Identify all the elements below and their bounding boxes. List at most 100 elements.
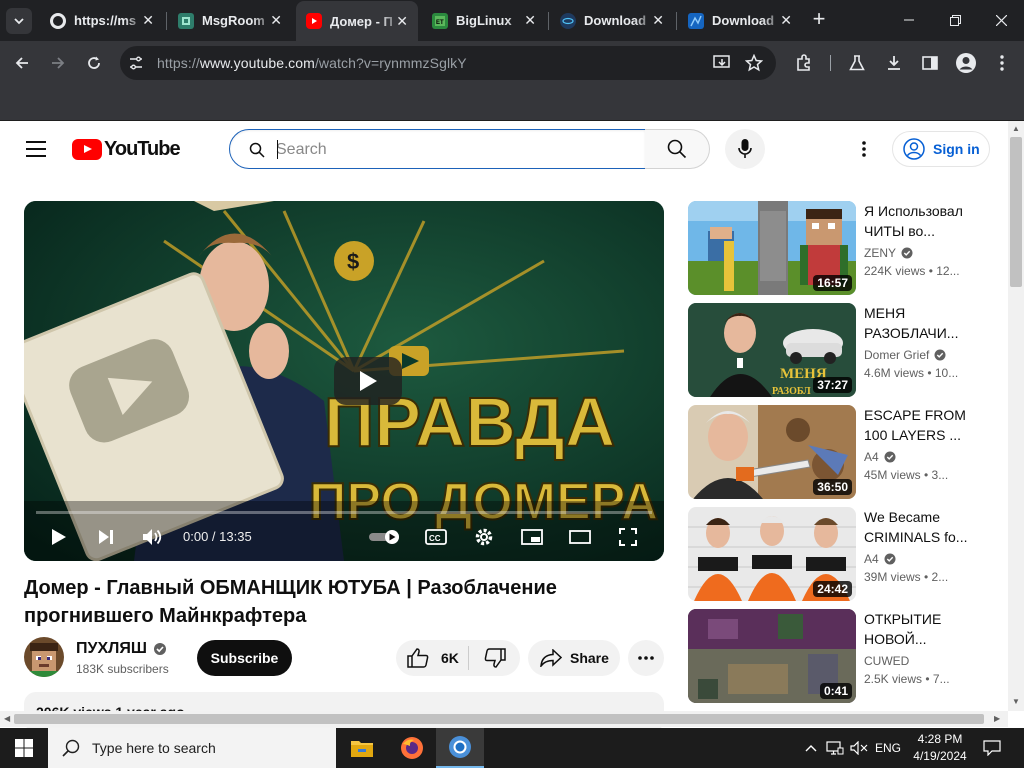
share-button[interactable]: Share	[528, 640, 620, 676]
time-display: 0:00 / 13:35	[183, 529, 252, 544]
youtube-logo[interactable]: YouTube	[72, 138, 181, 161]
fullscreen-button[interactable]	[613, 523, 643, 551]
side-panel-button[interactable]	[916, 49, 944, 77]
channel-name[interactable]: CUWED	[864, 654, 909, 668]
address-bar[interactable]: https://www.youtube.com/watch?v=rynmmzSg…	[120, 46, 776, 80]
theater-mode-button[interactable]	[565, 523, 595, 551]
video-title: Домер - Главный ОБМАНЩИК ЮТУБА | Разобла…	[24, 577, 557, 627]
close-icon[interactable]: ✕	[270, 12, 282, 29]
next-button[interactable]	[91, 523, 121, 551]
notifications-button[interactable]	[980, 728, 1004, 768]
recommended-video-5[interactable]: 0:41 ОТКРЫТИЕ НОВОЙ... CUWED 2.5K views …	[688, 609, 988, 703]
scroll-down-arrow-icon[interactable]: ▼	[1012, 697, 1020, 706]
miniplayer-button[interactable]	[517, 523, 547, 551]
close-icon[interactable]: ✕	[652, 12, 664, 29]
firefox-button[interactable]	[388, 728, 436, 768]
video-thumbnail[interactable]: 24:42	[688, 507, 856, 601]
close-window-button[interactable]	[978, 6, 1024, 34]
sign-in-button[interactable]: Sign in	[892, 131, 990, 167]
video-title[interactable]: МЕНЯ РАЗОБЛАЧИ...	[864, 303, 974, 343]
browser-tab-1[interactable]: https://ms ✕	[40, 4, 164, 37]
extensions-button[interactable]	[790, 49, 818, 77]
video-title[interactable]: Я Использовал ЧИТЫ во...	[864, 201, 974, 241]
show-hidden-icons-button[interactable]	[800, 728, 822, 768]
recommended-video-1[interactable]: 16:57 Я Использовал ЧИТЫ во... ZENY 224K…	[688, 201, 988, 295]
file-explorer-button[interactable]	[338, 728, 386, 768]
browser-tab-4[interactable]: ET BigLinux ✕	[422, 4, 546, 37]
channel-name[interactable]: ПУХЛЯШ	[76, 640, 167, 658]
close-icon[interactable]: ✕	[142, 12, 154, 29]
browser-menu-button[interactable]	[988, 49, 1016, 77]
horizontal-scroll-thumb[interactable]	[14, 714, 984, 724]
video-title[interactable]: We Became CRIMINALS fo...	[864, 507, 974, 547]
like-button[interactable]: 6K	[396, 640, 468, 676]
video-thumbnail[interactable]: 36:50	[688, 405, 856, 499]
browser-tab-5[interactable]: Download ✕	[550, 4, 674, 37]
dislike-button[interactable]	[469, 640, 520, 676]
close-icon[interactable]: ✕	[524, 12, 536, 29]
labs-button[interactable]	[843, 49, 871, 77]
settings-menu-button[interactable]	[852, 137, 876, 161]
recommended-video-2[interactable]: МЕНЯ РАЗОБЛ 37:27 МЕНЯ РАЗОБЛАЧИ... Dome…	[688, 303, 988, 397]
vertical-scroll-thumb[interactable]	[1010, 137, 1022, 287]
channel-name[interactable]: A4	[864, 450, 896, 464]
channel-name[interactable]: ZENY	[864, 246, 913, 260]
subscribe-button[interactable]: Subscribe	[197, 640, 292, 676]
vertical-scrollbar[interactable]: ▲ ▼	[1008, 121, 1024, 711]
settings-button[interactable]	[469, 523, 499, 551]
channel-name[interactable]: Domer Grief	[864, 348, 946, 362]
site-settings-icon[interactable]	[128, 55, 144, 71]
guide-menu-icon[interactable]	[26, 141, 46, 157]
taskbar-search-box[interactable]: Type here to search	[48, 728, 336, 768]
video-thumbnail[interactable]: МЕНЯ РАЗОБЛ 37:27	[688, 303, 856, 397]
scroll-right-arrow-icon[interactable]: ▶	[994, 714, 1000, 723]
browser-tab-3-active[interactable]: Домер - П ✕	[296, 1, 418, 41]
video-thumbnail[interactable]: 16:57	[688, 201, 856, 295]
tab-search-button[interactable]	[6, 8, 32, 34]
reload-button[interactable]	[80, 49, 108, 77]
progress-bar[interactable]	[36, 511, 652, 514]
large-play-button[interactable]	[334, 357, 402, 405]
tab-separator	[676, 12, 677, 30]
scroll-left-arrow-icon[interactable]: ◀	[4, 714, 10, 723]
recommended-video-4[interactable]: 24:42 We Became CRIMINALS fo... A4 39M v…	[688, 507, 988, 601]
autoplay-toggle[interactable]	[367, 523, 403, 551]
close-icon[interactable]: ✕	[780, 12, 792, 29]
network-button[interactable]	[824, 728, 846, 768]
profile-button[interactable]	[952, 49, 980, 77]
forward-button[interactable]	[44, 49, 72, 77]
video-title[interactable]: ОТКРЫТИЕ НОВОЙ...	[864, 609, 974, 649]
restore-button[interactable]	[932, 6, 978, 34]
url-scheme: https://	[157, 55, 200, 71]
browser-tab-6[interactable]: Download ✕	[678, 4, 802, 37]
close-icon[interactable]: ✕	[396, 13, 408, 30]
channel-avatar[interactable]	[24, 637, 64, 677]
recommended-video-3[interactable]: 36:50 ESCAPE FROM 100 LAYERS ... A4 45M …	[688, 405, 988, 499]
bookmark-button[interactable]	[740, 49, 768, 77]
minimize-button[interactable]	[886, 6, 932, 34]
start-button[interactable]	[0, 728, 48, 768]
more-actions-button[interactable]	[628, 640, 664, 676]
back-button[interactable]	[8, 49, 36, 77]
horizontal-scrollbar[interactable]: ◀ ▶	[0, 711, 1008, 727]
chrome-button[interactable]	[436, 728, 484, 768]
mute-button[interactable]	[138, 523, 168, 551]
downloads-button[interactable]	[880, 49, 908, 77]
video-player[interactable]: $ ПРАВДА ПРО ДОМЕРА 0:00 / 13:35 CC	[24, 201, 664, 561]
play-button[interactable]	[44, 523, 74, 551]
search-button[interactable]	[645, 129, 710, 169]
url-text[interactable]: https://www.youtube.com/watch?v=rynmmzSg…	[157, 55, 467, 71]
subtitles-button[interactable]: CC	[421, 523, 451, 551]
browser-tab-2[interactable]: MsgRoom ✕	[168, 4, 292, 37]
system-clock[interactable]: 4:28 PM 4/19/2024	[910, 731, 970, 765]
new-tab-button[interactable]: +	[808, 8, 830, 31]
video-thumbnail[interactable]: 0:41	[688, 609, 856, 703]
video-title[interactable]: ESCAPE FROM 100 LAYERS ...	[864, 405, 974, 445]
scroll-up-arrow-icon[interactable]: ▲	[1012, 124, 1020, 133]
search-input[interactable]	[276, 139, 616, 161]
channel-name[interactable]: A4	[864, 552, 896, 566]
voice-search-button[interactable]	[725, 129, 765, 169]
volume-button[interactable]	[848, 728, 870, 768]
input-language-indicator[interactable]: ENG	[872, 728, 904, 768]
install-app-button[interactable]	[708, 49, 736, 77]
